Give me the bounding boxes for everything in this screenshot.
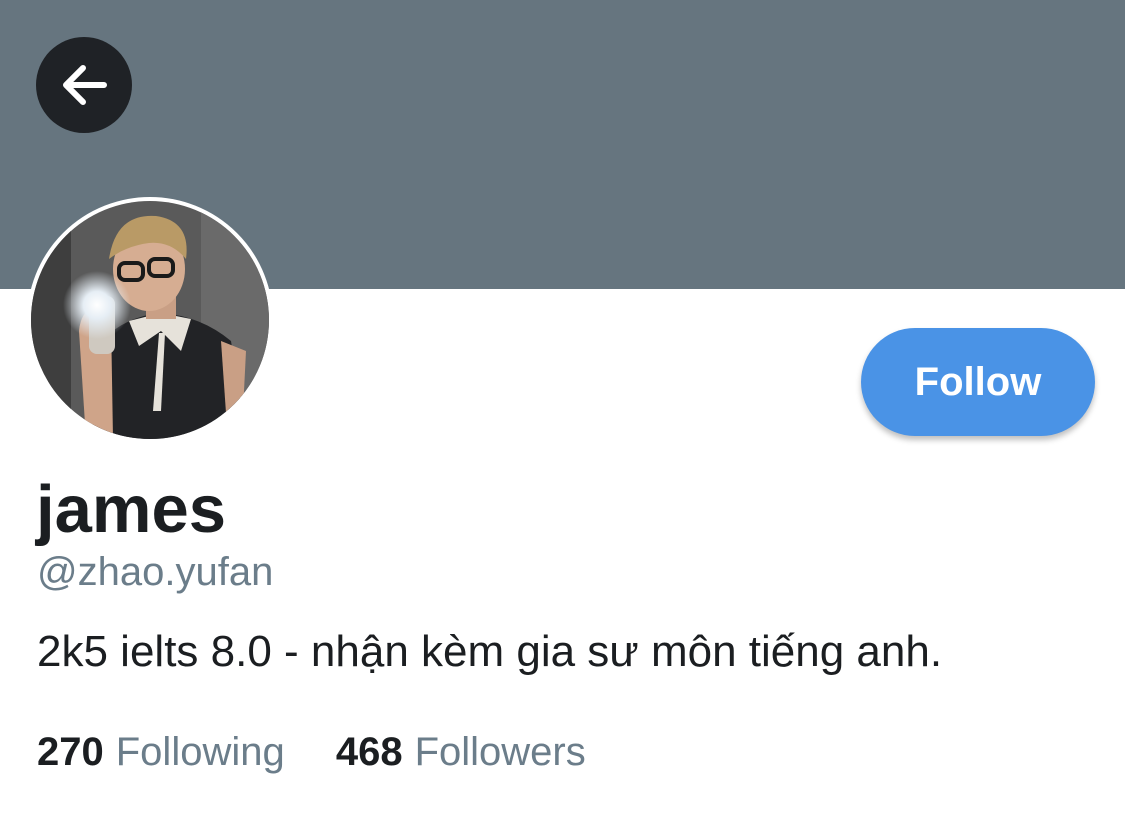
followers-label: Followers <box>414 730 586 774</box>
profile-bio: 2k5 ielts 8.0 - nhận kèm gia sư môn tiến… <box>37 627 943 676</box>
follow-button[interactable]: Follow <box>861 328 1095 436</box>
avatar-photo <box>31 201 269 439</box>
profile-stats: 270 Following 468 Followers <box>37 728 586 776</box>
followers-count: 468 <box>335 730 403 774</box>
back-button[interactable] <box>36 37 132 133</box>
followers-link[interactable]: 468 Followers <box>336 728 586 776</box>
following-link[interactable]: 270 Following <box>37 728 285 776</box>
following-count: 270 <box>37 730 104 774</box>
display-name: james <box>36 472 226 547</box>
username-handle: @zhao.yufan <box>37 550 274 594</box>
avatar[interactable] <box>27 197 273 443</box>
following-label: Following <box>115 730 285 774</box>
arrow-left-icon <box>63 65 107 105</box>
